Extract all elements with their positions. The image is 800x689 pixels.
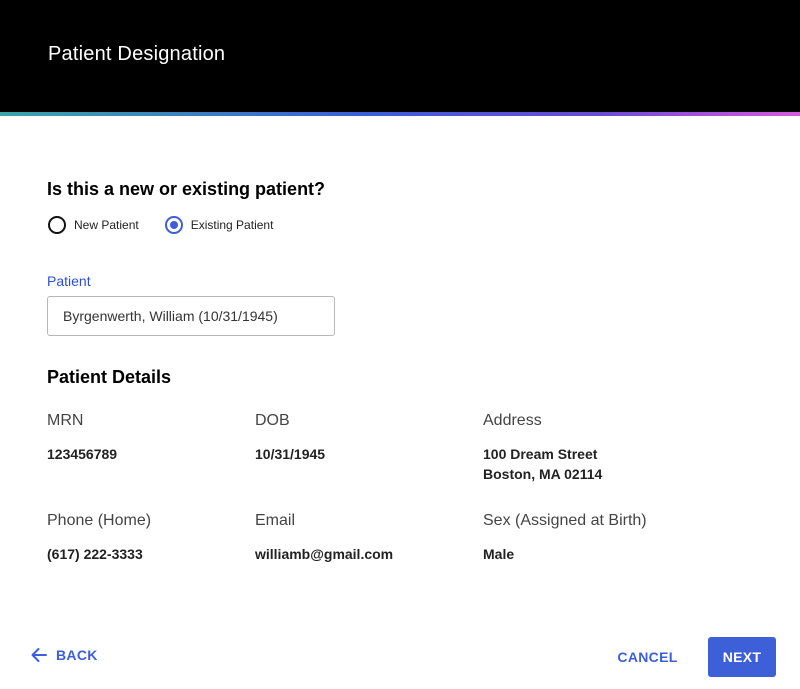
sex-detail: Sex (Assigned at Birth) Male bbox=[483, 512, 647, 564]
new-patient-radio[interactable]: New Patient bbox=[48, 216, 139, 234]
radio-selected-icon[interactable] bbox=[164, 216, 183, 234]
mrn-value: 123456789 bbox=[47, 446, 118, 462]
address-label: Address bbox=[483, 412, 542, 429]
sex-value: Male bbox=[483, 546, 515, 562]
address-line-2: Boston, MA 02114 bbox=[483, 466, 603, 482]
address-line-1: 100 Dream Street bbox=[483, 446, 598, 462]
email-value: williamb@gmail.com bbox=[255, 546, 394, 562]
phone-value: (617) 222-3333 bbox=[47, 546, 143, 562]
phone-label: Phone (Home) bbox=[47, 512, 152, 529]
gradient-accent-bar bbox=[0, 112, 800, 116]
new-patient-label: New Patient bbox=[74, 218, 139, 232]
email-detail: Email williamb@gmail.com bbox=[255, 512, 393, 564]
patient-field-label: Patient bbox=[47, 273, 91, 289]
radio-unselected-icon[interactable] bbox=[48, 216, 66, 234]
phone-detail: Phone (Home) (617) 222-3333 bbox=[47, 512, 151, 564]
patient-type-radio-group: New Patient Existing Patient bbox=[48, 216, 299, 234]
mrn-detail: MRN 123456789 bbox=[47, 412, 117, 464]
dob-detail: DOB 10/31/1945 bbox=[255, 412, 325, 464]
email-label: Email bbox=[255, 512, 296, 529]
arrow-left-icon bbox=[31, 648, 47, 662]
next-button[interactable]: NEXT bbox=[708, 637, 776, 677]
patient-designation-dialog: Patient Designation Is this a new or exi… bbox=[0, 0, 800, 689]
dialog-header: Patient Designation bbox=[0, 0, 800, 112]
existing-patient-radio[interactable]: Existing Patient bbox=[164, 216, 274, 234]
patient-input[interactable] bbox=[47, 296, 335, 336]
dob-label: DOB bbox=[255, 412, 290, 429]
back-button[interactable]: BACK bbox=[30, 646, 98, 664]
patient-details-title: Patient Details bbox=[47, 367, 172, 387]
dob-value: 10/31/1945 bbox=[255, 446, 326, 462]
cancel-button[interactable]: CANCEL bbox=[610, 637, 685, 677]
address-detail: Address 100 Dream Street Boston, MA 0211… bbox=[483, 412, 602, 484]
existing-patient-label: Existing Patient bbox=[190, 218, 274, 232]
back-label: BACK bbox=[56, 647, 98, 663]
mrn-label: MRN bbox=[47, 412, 84, 429]
sex-label: Sex (Assigned at Birth) bbox=[483, 512, 647, 529]
radio-dot bbox=[169, 221, 178, 229]
patient-type-question: Is this a new or existing patient? bbox=[47, 179, 326, 199]
dialog-title: Patient Designation bbox=[48, 43, 226, 65]
